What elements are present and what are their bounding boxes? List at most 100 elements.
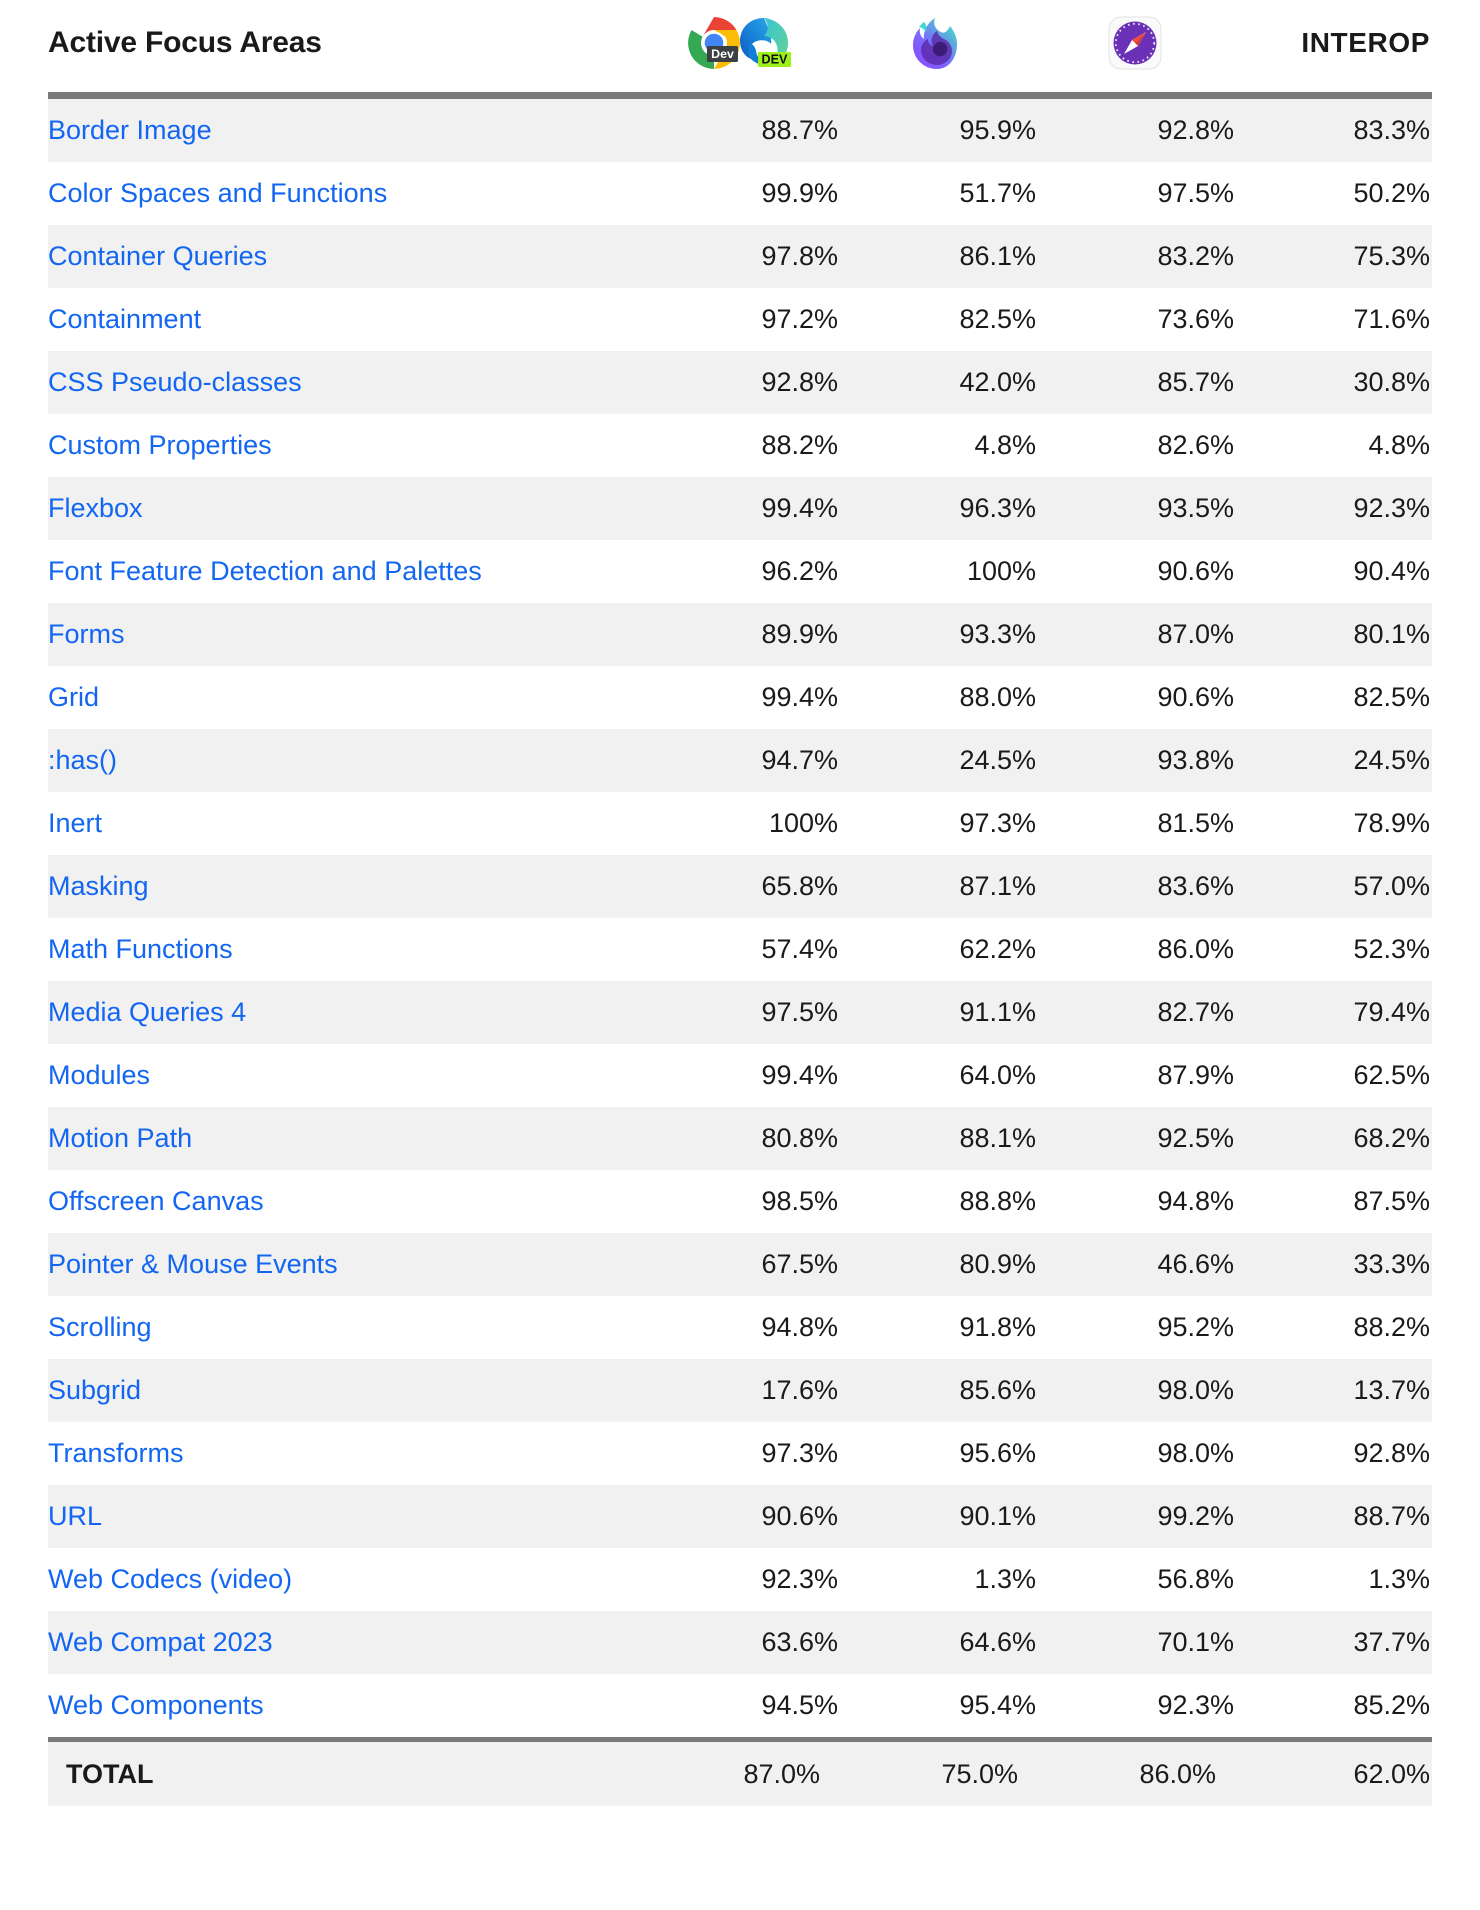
feature-name-cell: Border Image (48, 99, 640, 162)
feature-link[interactable]: Transforms (48, 1438, 184, 1468)
chrome-edge-score-cell: 99.9% (761, 178, 838, 208)
interop-score-cell: 75.3% (1353, 241, 1430, 271)
table-row: Container Queries 97.8% 86.1% 83.2% 75.3% (48, 225, 1432, 288)
feature-link[interactable]: URL (48, 1501, 102, 1531)
safari-score-cell: 98.0% (1157, 1375, 1234, 1405)
feature-name-cell: Scrolling (48, 1296, 640, 1359)
feature-link[interactable]: Flexbox (48, 493, 143, 523)
feature-link[interactable]: Pointer & Mouse Events (48, 1249, 338, 1279)
interop-score-cell: 80.1% (1353, 619, 1430, 649)
table-row: Media Queries 4 97.5% 91.1% 82.7% 79.4% (48, 981, 1432, 1044)
table-row: Font Feature Detection and Palettes 96.2%… (48, 540, 1432, 603)
table-body: Border Image 88.7% 95.9% 92.8% 83.3% Color Sp… (48, 92, 1432, 1806)
feature-link[interactable]: Inert (48, 808, 102, 838)
firefox-icon[interactable] (911, 16, 963, 70)
feature-link[interactable]: Containment (48, 304, 201, 334)
feature-link[interactable]: Masking (48, 871, 149, 901)
interop-score-cell: 68.2% (1353, 1123, 1430, 1153)
interop-score-cell: 78.9% (1353, 808, 1430, 838)
interop-score-cell: 50.2% (1353, 178, 1430, 208)
chrome-edge-score-cell: 92.8% (761, 367, 838, 397)
feature-link[interactable]: Math Functions (48, 934, 233, 964)
chrome-edge-score-cell: 99.4% (761, 1060, 838, 1090)
feature-link[interactable]: Web Codecs (video) (48, 1564, 292, 1594)
chrome-edge-score-cell: 94.8% (761, 1312, 838, 1342)
firefox-score-cell: 42.0% (959, 367, 1036, 397)
feature-link[interactable]: Motion Path (48, 1123, 192, 1153)
feature-name-cell: Masking (48, 855, 640, 918)
feature-name-cell: URL (48, 1485, 640, 1548)
feature-link[interactable]: CSS Pseudo-classes (48, 367, 302, 397)
interop-score-cell: 88.7% (1353, 1501, 1430, 1531)
table-row: Grid 99.4% 88.0% 90.6% 82.5% (48, 666, 1432, 729)
feature-link[interactable]: Offscreen Canvas (48, 1186, 264, 1216)
safari-icon[interactable] (1108, 15, 1162, 71)
safari-score-cell: 92.5% (1157, 1123, 1234, 1153)
feature-link[interactable]: Scrolling (48, 1312, 152, 1342)
safari-score-cell: 73.6% (1157, 304, 1234, 334)
total-chrome-edge-score: 87.0% (743, 1758, 820, 1789)
firefox-score-cell: 51.7% (959, 178, 1036, 208)
header-cell-firefox[interactable] (838, 0, 1036, 92)
interop-score-cell: 79.4% (1353, 997, 1430, 1027)
safari-score-cell: 92.8% (1157, 115, 1234, 145)
feature-name-cell: Offscreen Canvas (48, 1170, 640, 1233)
chrome-edge-score-cell: 97.2% (761, 304, 838, 334)
interop-score-cell: 92.8% (1353, 1438, 1430, 1468)
header-cell-chrome-edge[interactable]: Dev DEV (640, 0, 838, 92)
feature-link[interactable]: Media Queries 4 (48, 997, 246, 1027)
table-row: CSS Pseudo-classes 92.8% 42.0% 85.7% 30.8% (48, 351, 1432, 414)
firefox-score-cell: 95.9% (959, 115, 1036, 145)
feature-link[interactable]: Container Queries (48, 241, 267, 271)
table-row: Modules 99.4% 64.0% 87.9% 62.5% (48, 1044, 1432, 1107)
feature-link[interactable]: Web Components (48, 1690, 264, 1720)
feature-name-cell: Subgrid (48, 1359, 640, 1422)
chrome-edge-score-cell: 92.3% (761, 1564, 838, 1594)
feature-link[interactable]: Custom Properties (48, 430, 272, 460)
firefox-score-cell: 95.4% (959, 1690, 1036, 1720)
chrome-dev-badge-label: Dev (711, 47, 734, 61)
feature-link[interactable]: Font Feature Detection and Palettes (48, 556, 482, 586)
feature-link[interactable]: Subgrid (48, 1375, 141, 1405)
table-header: Active Focus Areas Dev DEV INTEROP (48, 0, 1432, 92)
interop-score-cell: 52.3% (1353, 934, 1430, 964)
chrome-edge-score-cell: 94.7% (761, 745, 838, 775)
feature-link[interactable]: Web Compat 2023 (48, 1627, 273, 1657)
chrome-dev-edge-dev-icon[interactable]: Dev DEV (686, 15, 792, 71)
feature-name-cell: Font Feature Detection and Palettes (48, 540, 640, 603)
safari-score-cell: 92.3% (1157, 1690, 1234, 1720)
chrome-edge-score-cell: 65.8% (761, 871, 838, 901)
firefox-score-cell: 88.0% (959, 682, 1036, 712)
interop-score-cell: 92.3% (1353, 493, 1430, 523)
edge-dev-badge-label: DEV (762, 53, 788, 67)
firefox-score-cell: 91.8% (959, 1312, 1036, 1342)
firefox-score-cell: 88.1% (959, 1123, 1036, 1153)
safari-score-cell: 86.0% (1157, 934, 1234, 964)
firefox-score-cell: 4.8% (974, 430, 1036, 460)
interop-score-cell: 83.3% (1353, 115, 1430, 145)
firefox-score-cell: 1.3% (974, 1564, 1036, 1594)
chrome-edge-score-cell: 97.8% (761, 241, 838, 271)
safari-score-cell: 56.8% (1157, 1564, 1234, 1594)
chrome-edge-score-cell: 88.2% (761, 430, 838, 460)
feature-link[interactable]: :has() (48, 745, 117, 775)
firefox-score-cell: 62.2% (959, 934, 1036, 964)
feature-name-cell: Grid (48, 666, 640, 729)
chrome-edge-score-cell: 100% (768, 808, 838, 838)
feature-link[interactable]: Border Image (48, 115, 212, 145)
firefox-score-cell: 24.5% (959, 745, 1036, 775)
table-row: Web Codecs (video) 92.3% 1.3% 56.8% 1.3% (48, 1548, 1432, 1611)
firefox-score-cell: 88.8% (959, 1186, 1036, 1216)
chrome-edge-score-cell: 97.5% (761, 997, 838, 1027)
chrome-edge-score-cell: 17.6% (761, 1375, 838, 1405)
chrome-edge-score-cell: 80.8% (761, 1123, 838, 1153)
firefox-score-cell: 97.3% (959, 808, 1036, 838)
feature-link[interactable]: Modules (48, 1060, 150, 1090)
table-row: Web Compat 2023 63.6% 64.6% 70.1% 37.7% (48, 1611, 1432, 1674)
interop-score-cell: 88.2% (1353, 1312, 1430, 1342)
feature-link[interactable]: Grid (48, 682, 99, 712)
feature-link[interactable]: Color Spaces and Functions (48, 178, 387, 208)
header-cell-safari[interactable] (1036, 0, 1234, 92)
feature-link[interactable]: Forms (48, 619, 125, 649)
table-row: Offscreen Canvas 98.5% 88.8% 94.8% 87.5% (48, 1170, 1432, 1233)
